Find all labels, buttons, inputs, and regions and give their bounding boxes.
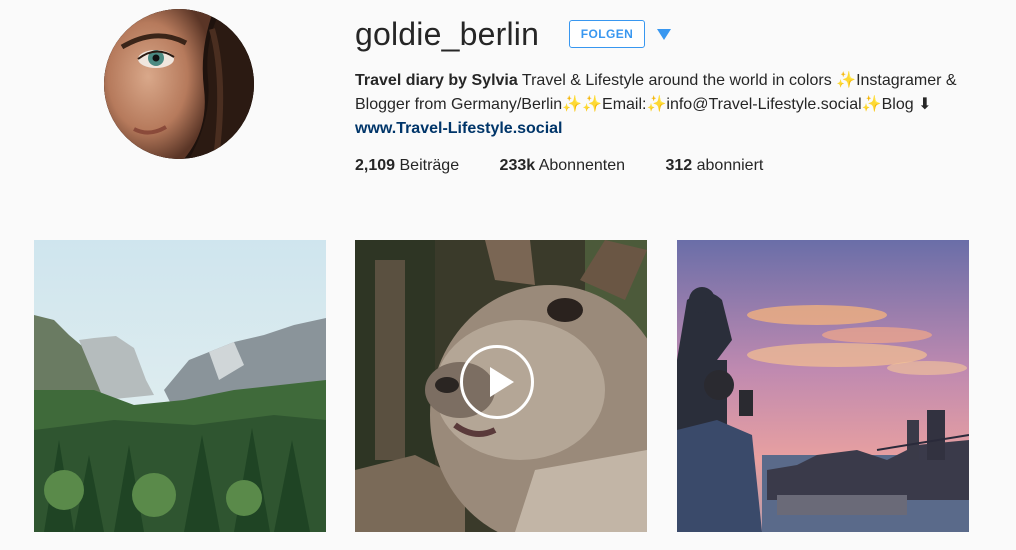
profile-stats: 2,109 Beiträge 233k Abonnenten 312 abonn… (355, 156, 799, 176)
stat-posts: 2,109 Beiträge (355, 156, 459, 176)
play-icon[interactable] (460, 345, 534, 419)
stat-label: abonniert (692, 157, 764, 174)
stat-followers[interactable]: 233k Abonnenten (500, 156, 625, 176)
dropdown-arrow-icon[interactable] (657, 29, 671, 40)
post-thumbnail[interactable] (677, 240, 969, 532)
profile-username: goldie_berlin (355, 16, 540, 52)
city-sunset-image (677, 240, 969, 532)
stat-following[interactable]: 312 abonniert (665, 156, 763, 176)
stat-count: 2,109 (355, 157, 396, 174)
mountain-valley-image (34, 240, 326, 532)
website-link[interactable]: www.Travel-Lifestyle.social (355, 117, 975, 141)
post-thumbnail[interactable] (355, 240, 647, 532)
stat-count: 312 (665, 157, 693, 174)
post-thumbnail[interactable] (34, 240, 326, 532)
stat-count: 233k (499, 157, 536, 174)
profile-page: goldie_berlin FOLGEN Travel diary by Syl… (0, 0, 1016, 550)
stat-label: Beiträge (395, 157, 460, 174)
avatar[interactable] (104, 9, 254, 159)
stat-label: Abonnenten (535, 157, 626, 174)
profile-bio: Travel diary by Sylvia Travel & Lifestyl… (355, 69, 975, 141)
bio-name: Travel diary by Sylvia (355, 72, 518, 89)
follow-button[interactable]: FOLGEN (569, 20, 645, 48)
